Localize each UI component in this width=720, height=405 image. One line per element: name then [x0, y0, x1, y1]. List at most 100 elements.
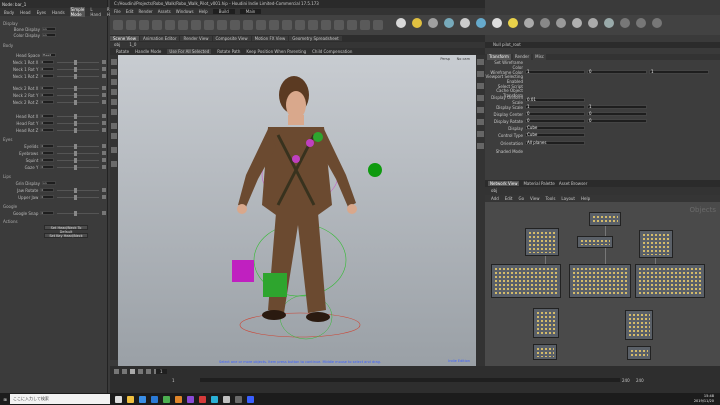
shelf-tool-icon[interactable]	[321, 20, 331, 30]
network-node[interactable]	[625, 310, 653, 340]
shelf-tool-icon[interactable]	[269, 20, 279, 30]
param-value-field[interactable]: on	[42, 33, 56, 37]
edge-icon[interactable]	[139, 395, 146, 403]
param-value-field[interactable]: 0	[40, 158, 54, 162]
key-arrow-icon[interactable]	[102, 195, 106, 199]
menu-file[interactable]: File	[114, 9, 121, 14]
app-icon[interactable]	[187, 395, 194, 403]
shelf-tool-icon[interactable]	[243, 20, 253, 30]
key-arrow-icon[interactable]	[102, 144, 106, 148]
caustic-icon[interactable]	[524, 18, 534, 28]
param-value-field[interactable]: 0	[40, 74, 54, 78]
env-light-icon[interactable]	[476, 18, 486, 28]
key-arrow-icon[interactable]	[102, 74, 106, 78]
param-value-field[interactable]: on	[42, 181, 56, 185]
slider-knob[interactable]	[73, 92, 77, 98]
param-value-field[interactable]: 0	[40, 60, 54, 64]
spot-light-icon[interactable]	[428, 18, 438, 28]
param-value-field[interactable]: 0	[40, 86, 54, 90]
key-arrow-icon[interactable]	[102, 165, 106, 169]
app-icon[interactable]	[235, 395, 242, 403]
net-menu-layout[interactable]: Layout	[561, 196, 575, 201]
slider-knob[interactable]	[73, 194, 77, 200]
param-slider[interactable]	[56, 73, 100, 79]
move-tool-icon[interactable]	[111, 69, 117, 75]
key-arrow-icon[interactable]	[102, 114, 106, 118]
param-slider[interactable]	[56, 113, 100, 119]
network-node[interactable]	[589, 212, 621, 226]
range-end-2[interactable]: 240	[636, 378, 644, 383]
network-node[interactable]	[627, 346, 651, 360]
shelf-tool-icon[interactable]	[217, 20, 227, 30]
path-context[interactable]: 1_0	[129, 42, 136, 47]
param-value-field[interactable]: 1	[649, 70, 709, 74]
rotate-tool-icon[interactable]	[111, 79, 117, 85]
param-slider[interactable]	[56, 143, 100, 149]
slider-knob[interactable]	[73, 59, 77, 65]
slider-knob[interactable]	[73, 99, 77, 105]
area-light-icon[interactable]	[444, 18, 454, 28]
tab-scene-view[interactable]: Scene View	[110, 36, 139, 41]
lp-tab-hands[interactable]: Hands	[51, 10, 66, 15]
network-node[interactable]	[525, 228, 559, 256]
scene-viewport[interactable]: Persp No cam Indie Edition	[118, 55, 476, 366]
lp-tab-head[interactable]: Head	[19, 10, 31, 15]
menu-edit[interactable]: Edit	[126, 9, 134, 14]
param-value-field[interactable]: 0	[40, 121, 54, 125]
lp-tab-lhand[interactable]: L Hand	[89, 7, 102, 17]
net-menu-tools[interactable]: Tools	[546, 196, 556, 201]
param-value-field[interactable]: Cube	[525, 126, 585, 130]
shelf-tool-icon[interactable]	[360, 20, 370, 30]
display-option-icon[interactable]	[477, 131, 484, 137]
magnet-tool-icon[interactable]	[111, 161, 117, 167]
menu-assets[interactable]: Assets	[158, 9, 171, 14]
param-slider[interactable]	[56, 99, 100, 105]
shelf-tool-icon[interactable]	[178, 20, 188, 30]
network-path-obj[interactable]: obj	[491, 188, 497, 193]
snap-tool-icon[interactable]	[111, 133, 117, 139]
display-option-icon[interactable]	[477, 95, 484, 101]
param-value-field[interactable]: 0	[40, 151, 54, 155]
network-node[interactable]	[491, 264, 561, 298]
tab-render-view[interactable]: Render View	[180, 36, 212, 41]
geometry-light-icon[interactable]	[460, 18, 470, 28]
slider-knob[interactable]	[73, 127, 77, 133]
no-cam-button[interactable]: No cam	[457, 57, 470, 61]
pose-tool-icon[interactable]	[111, 109, 117, 115]
tab-asset-browser[interactable]: Asset Browser	[559, 181, 587, 186]
param-slider[interactable]	[56, 127, 100, 133]
op-rotate[interactable]: Rotate	[116, 49, 129, 54]
chrome-icon[interactable]	[163, 395, 170, 403]
key-arrow-icon[interactable]	[102, 86, 106, 90]
shelf-tool-icon[interactable]	[347, 20, 357, 30]
key-arrow-icon[interactable]	[102, 100, 106, 104]
param-value-field[interactable]: 0	[40, 195, 54, 199]
param-value-field[interactable]: Head	[42, 53, 56, 57]
network-node[interactable]	[577, 236, 613, 248]
network-node[interactable]	[533, 308, 559, 338]
taskbar-search[interactable]: ここに入力して検索	[10, 394, 110, 404]
app-icon[interactable]	[211, 395, 218, 403]
light-icon[interactable]	[396, 18, 406, 28]
param-value-field[interactable]: 0	[40, 128, 54, 132]
display-option-icon[interactable]	[477, 83, 484, 89]
shelf-tool-icon[interactable]	[152, 20, 162, 30]
brush-tool-icon[interactable]	[111, 147, 117, 153]
slider-knob[interactable]	[73, 143, 77, 149]
network-node[interactable]	[569, 264, 631, 298]
shelf-tool-icon[interactable]	[191, 20, 201, 30]
sky-light-icon[interactable]	[492, 18, 502, 28]
param-value-field[interactable]: 0	[40, 211, 54, 215]
slider-knob[interactable]	[73, 150, 77, 156]
param-value-field[interactable]: 0	[40, 93, 54, 97]
camera-icon[interactable]	[540, 18, 550, 28]
param-slider[interactable]	[56, 85, 100, 91]
op-keep-position[interactable]: Keep Position When Parenting	[246, 49, 306, 54]
lp-tab-eyes[interactable]: Eyes	[36, 10, 47, 15]
key-arrow-icon[interactable]	[102, 151, 106, 155]
path-obj[interactable]: obj	[114, 42, 120, 47]
camera-label[interactable]: Persp	[440, 57, 450, 61]
select-tool-icon[interactable]	[111, 59, 117, 65]
op-rotate-path[interactable]: Rotate Path	[217, 49, 240, 54]
set-key-button[interactable]: Set Key Head/Neck	[44, 233, 88, 238]
